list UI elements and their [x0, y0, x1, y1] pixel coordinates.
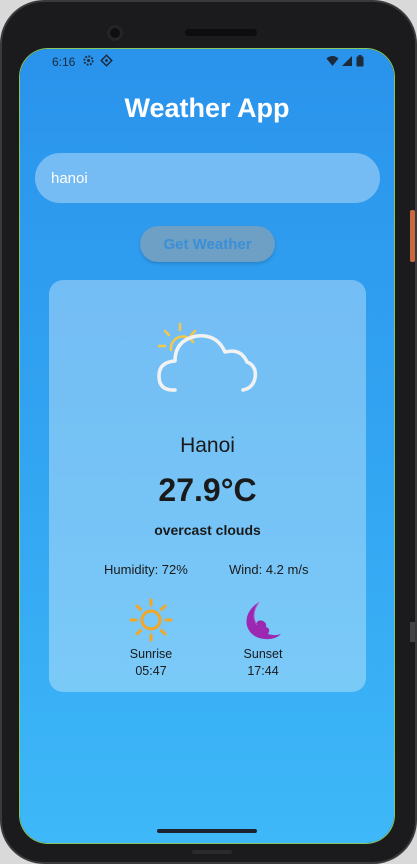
weather-description: overcast clouds	[154, 522, 261, 538]
earpiece-speaker	[185, 29, 257, 36]
city-search-field[interactable]	[35, 153, 380, 203]
humidity-value: Humidity: 72%	[104, 562, 188, 577]
city-name: Hanoi	[180, 434, 235, 457]
page-title: Weather App	[124, 93, 290, 123]
status-icons	[326, 55, 364, 67]
gesture-nav-bar[interactable]	[157, 829, 257, 833]
temperature: 27.9°C	[158, 472, 257, 508]
sunrise-block: Sunrise 05:47	[111, 598, 191, 678]
wind-value: Wind: 4.2 m/s	[229, 562, 309, 577]
wifi-icon	[326, 56, 339, 66]
front-camera	[107, 25, 123, 41]
status-bar: 6:16	[20, 49, 394, 75]
sun-icon	[129, 598, 173, 642]
volume-button[interactable]	[410, 622, 415, 642]
phone-frame: 6:16 Weather App hanoi Get Weather Hanoi…	[0, 0, 417, 864]
partly-cloudy-icon	[157, 322, 258, 392]
city-input[interactable]	[49, 168, 353, 188]
status-time: 6:16	[52, 55, 76, 69]
app-screen: 6:16 Weather App hanoi Get Weather Hanoi…	[20, 49, 394, 843]
vpn-diamond-icon	[100, 54, 113, 67]
power-button[interactable]	[410, 210, 415, 262]
moon-cloud-icon	[246, 601, 281, 640]
bottom-speaker	[192, 850, 232, 854]
cell-signal-icon	[342, 56, 352, 66]
sunrise-label: Sunrise	[129, 647, 173, 661]
sunrise-time: 05:47	[135, 664, 167, 678]
battery-icon	[356, 55, 364, 67]
sunset-label: Sunset	[243, 647, 283, 661]
settings-icon	[83, 55, 94, 66]
sunset-block: Sunset 17:44	[223, 598, 303, 678]
weather-card: Hanoi 27.9°C overcast clouds Humidity: 7…	[49, 280, 366, 692]
sunset-time: 17:44	[247, 664, 279, 678]
get-weather-button[interactable]: Get Weather	[140, 226, 275, 262]
